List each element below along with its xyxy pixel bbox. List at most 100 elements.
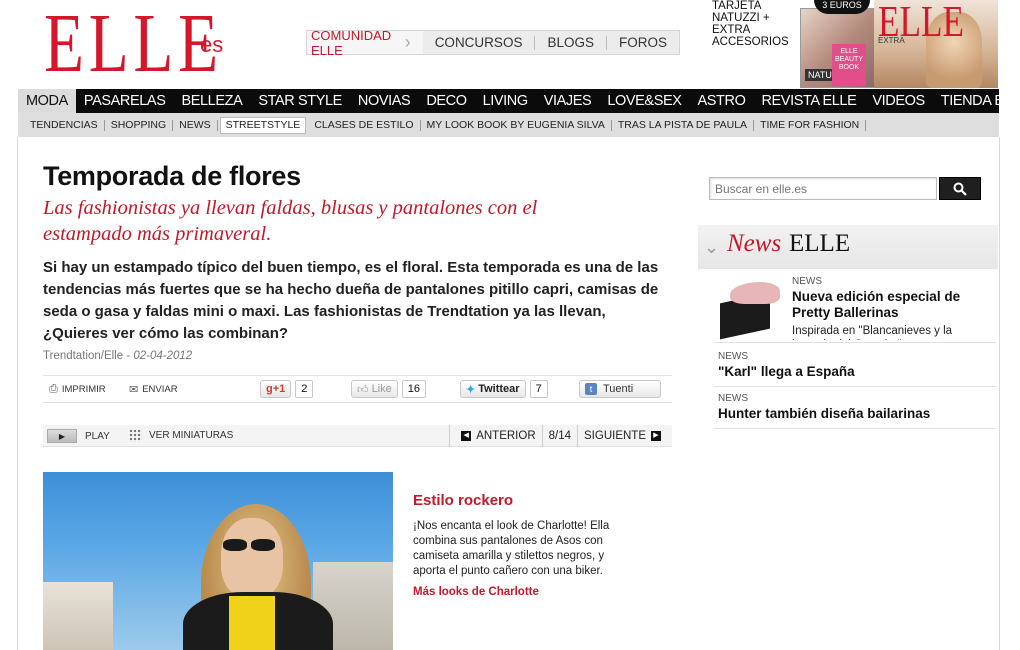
comunidad-link[interactable]: COMUNIDAD ELLE ›	[307, 28, 423, 58]
nav-videos[interactable]: VIDEOS	[864, 89, 932, 113]
nav-living[interactable]: LIVING	[475, 89, 536, 113]
like-count: 16	[401, 380, 426, 398]
news-kind: NEWS	[792, 276, 822, 287]
photo-face	[221, 518, 283, 598]
thumbnails-button[interactable]: VER MINIATURAS	[129, 429, 233, 442]
search-input[interactable]	[709, 177, 937, 200]
tuenti-icon: t	[585, 383, 597, 395]
topnav-item-concursos[interactable]: CONCURSOS	[423, 35, 535, 50]
caption-title: Estilo rockero	[413, 492, 514, 509]
article-source: Trendtation/Elle	[43, 350, 124, 362]
topnav-item-blogs[interactable]: BLOGS	[534, 35, 606, 50]
share-bar: ⎙ IMPRIMIR ✉ ENVIAR g +1 2 👍︎ Like 16 ✦ Tw…	[43, 375, 672, 403]
nav-tienda-elle[interactable]: TIENDA ELLE	[933, 89, 1020, 113]
sub-nav: TENDENCIAS SHOPPING NEWS STREETSTYLE CLA…	[18, 113, 999, 137]
article-subtitle: Las fashionistas ya llevan faldas, blusa…	[43, 197, 538, 245]
nav-revista-elle[interactable]: REVISTA ELLE	[753, 89, 864, 113]
print-button[interactable]: ⎙ IMPRIMIR	[49, 383, 106, 396]
nav-love-sex[interactable]: LOVE&SEX	[599, 89, 689, 113]
tuenti-widget: t Tuenti	[579, 379, 661, 399]
gallery-controls: ▶ PLAY VER MINIATURAS ◀ ANTERIOR 8/14 SIG…	[43, 425, 672, 447]
news-item[interactable]: NEWS Hunter también diseña bailarinas	[714, 391, 996, 429]
subnav-clases-de-estilo[interactable]: CLASES DE ESTILO	[308, 119, 421, 131]
facebook-like-widget: 👍︎ Like 16	[351, 379, 426, 399]
site-search	[709, 177, 981, 200]
print-label: IMPRIMIR	[61, 384, 106, 395]
logo-text: ELLE	[44, 0, 223, 90]
thumbs-up-icon: 👍︎	[357, 383, 369, 396]
caption-text: ¡Nos encanta el look de Charlotte! Ella …	[413, 520, 610, 577]
tuenti-button[interactable]: t Tuenti	[579, 380, 661, 398]
nav-astro[interactable]: ASTRO	[690, 89, 754, 113]
printer-icon: ⎙	[49, 383, 58, 395]
main-nav: MODA PASARELAS BELLEZA STAR STYLE NOVIAS…	[18, 89, 1020, 113]
photo-sunglasses	[223, 538, 279, 551]
promo-cover-image: ELLE EXTRA	[874, 0, 998, 88]
news-item[interactable]: NEWS Nueva edición especial de Pretty Ba…	[714, 276, 996, 343]
subnav-tras-la-pista[interactable]: TRAS LA PISTA DE PAULA	[612, 119, 755, 131]
prev-label: ANTERIOR	[476, 430, 536, 442]
arrow-left-icon: ◀	[461, 431, 472, 441]
like-button[interactable]: 👍︎ Like	[351, 380, 398, 398]
article-byline: Trendtation/Elle - 02-04-2012	[43, 350, 193, 362]
nav-novias[interactable]: NOVIAS	[350, 89, 418, 113]
article-date: 02-04-2012	[133, 350, 193, 362]
article-lead: Si hay un estampado típico del buen tiem…	[43, 259, 659, 342]
envelope-icon: ✉	[129, 384, 139, 396]
tweet-label: Twittear	[478, 383, 520, 395]
cover-extra: EXTRA	[878, 36, 905, 45]
play-label: PLAY	[85, 430, 110, 442]
play-button[interactable]: ▶ PLAY	[47, 429, 110, 443]
gplus-widget: g +1 2	[260, 379, 314, 399]
nav-moda[interactable]: MODA	[18, 89, 76, 113]
news-headline: Hunter también diseña bailarinas	[718, 406, 931, 421]
gplus-button[interactable]: g +1	[260, 380, 292, 398]
more-looks-link[interactable]: Más looks de Charlotte	[413, 586, 539, 598]
tweet-count: 7	[529, 380, 548, 398]
nav-deco[interactable]: DECO	[418, 89, 474, 113]
subnav-tendencias[interactable]: TENDENCIAS	[24, 119, 105, 131]
subnav-time-for-fashion[interactable]: TIME FOR FASHION	[754, 119, 867, 131]
article-title: Temporada de flores	[43, 161, 301, 191]
ballerina-shoe-image	[730, 282, 780, 304]
next-label: SIGUIENTE	[584, 430, 646, 442]
nav-belleza[interactable]: BELLEZA	[173, 89, 250, 113]
page: ELLE es COMUNIDAD ELLE › CONCURSOS BLOGS…	[0, 0, 1020, 650]
twitter-widget: ✦ Twittear 7	[460, 379, 548, 399]
community-nav: COMUNIDAD ELLE › CONCURSOS BLOGS FOROS	[306, 28, 680, 58]
subnav-news[interactable]: NEWS	[173, 119, 218, 131]
magazine-promo[interactable]: TARJETA NATUZZI + EXTRA ACCESORIOS NATUZ…	[708, 0, 998, 88]
news-thumbnail	[716, 280, 780, 340]
email-button[interactable]: ✉ ENVIAR	[129, 383, 178, 396]
news-item[interactable]: NEWS "Karl" llega a España	[714, 349, 996, 387]
search-icon	[953, 182, 967, 196]
subnav-my-look-book[interactable]: MY LOOK BOOK BY EUGENIA SILVA	[421, 119, 612, 131]
photo-shirt	[229, 596, 275, 650]
email-label: ENVIAR	[142, 384, 178, 395]
subnav-streetstyle[interactable]: STREETSTYLE	[219, 116, 307, 134]
topnav-item-foros[interactable]: FOROS	[605, 35, 679, 50]
elle-logo[interactable]: ELLE es	[44, 0, 223, 90]
like-label: Like	[371, 383, 392, 395]
nav-viajes[interactable]: VIAJES	[536, 89, 600, 113]
play-icon: ▶	[47, 429, 77, 443]
nav-pasarelas[interactable]: PASARELAS	[76, 89, 174, 113]
tuenti-label: Tuenti	[603, 383, 634, 395]
thumbnails-label: VER MINIATURAS	[149, 430, 234, 441]
news-header: ⌄ News ELLE	[698, 225, 998, 269]
news-kind: NEWS	[718, 393, 748, 404]
subnav-shopping[interactable]: SHOPPING	[105, 119, 174, 131]
news-head-italic: News	[727, 230, 782, 257]
tweet-button[interactable]: ✦ Twittear	[460, 380, 526, 398]
prev-button[interactable]: ◀ ANTERIOR	[450, 425, 541, 447]
next-button[interactable]: SIGUIENTE ▶	[578, 425, 672, 447]
arrow-right-icon: ▶	[651, 431, 661, 441]
gallery-photo[interactable]	[43, 472, 393, 650]
search-button[interactable]	[939, 177, 981, 200]
grid-icon	[129, 429, 142, 442]
promo-beauty-book: ELLE BEAUTY BOOK	[832, 44, 866, 86]
photo-building	[43, 582, 113, 650]
news-head-brand: ELLE	[789, 230, 851, 257]
news-kind: NEWS	[718, 351, 748, 362]
nav-star-style[interactable]: STAR STYLE	[250, 89, 350, 113]
